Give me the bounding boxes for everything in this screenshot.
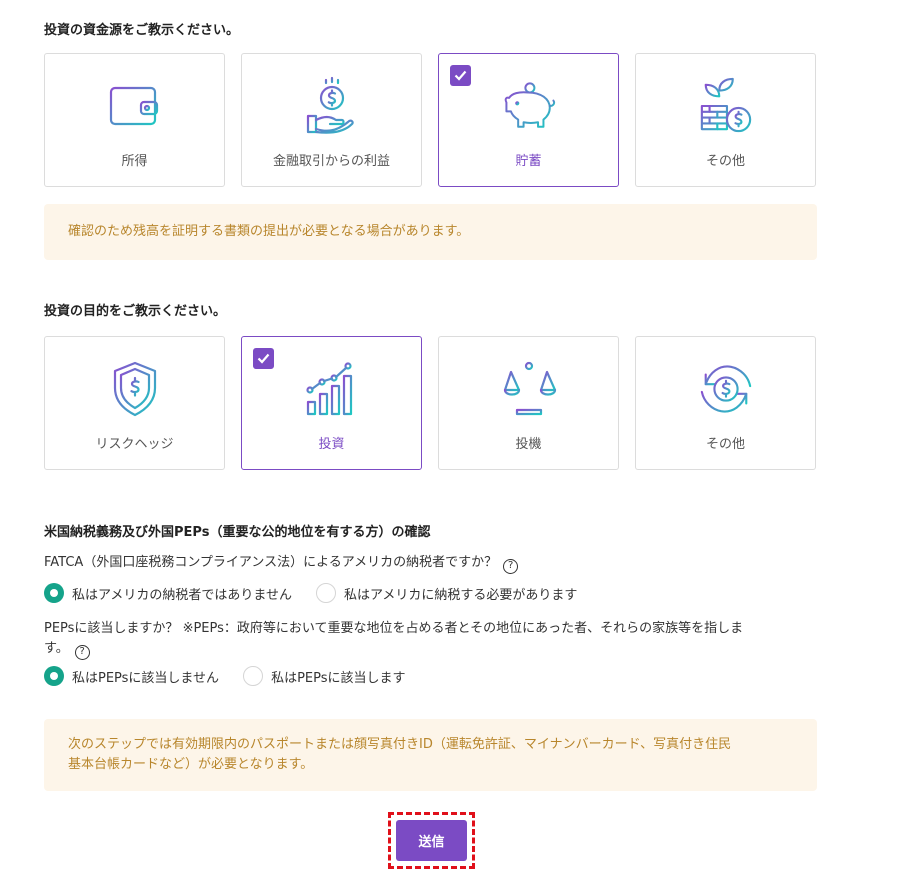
peps-option-is-peps[interactable]: 私はPEPsに該当します [243, 666, 406, 686]
id-notice-line2: 基本台帳カードなど）が必要となります。 [68, 757, 314, 772]
wallet-icon [107, 76, 163, 136]
fatca-radio-group: 私はアメリカの納税者ではありません 私はアメリカに納税する必要があります [44, 583, 601, 603]
card-label: 投機 [515, 437, 542, 452]
card-label: その他 [705, 154, 745, 169]
balance-proof-notice: 確認のため残高を証明する書類の提出が必要となる場合があります。 [44, 204, 817, 260]
purpose-card-risk-hedge[interactable]: リスクヘッジ [44, 336, 225, 470]
card-label: その他 [705, 437, 745, 452]
peps-question-line1: PEPsに該当しますか？ ※PEPs：政府等において重要な地位を占める者とその地… [44, 621, 744, 636]
scale-icon [501, 359, 557, 419]
check-icon [450, 65, 471, 86]
peps-question-line2: す。 [44, 641, 69, 656]
peps-radio-group: 私はPEPsに該当しません 私はPEPsに該当します [44, 666, 430, 686]
source-section-title: 投資の資金源をご教示ください。 [44, 23, 240, 38]
help-icon[interactable]: ? [74, 644, 90, 660]
source-card-row: 所得 金融取引からの利益 貯蓄 その他 [44, 53, 816, 187]
submit-button[interactable]: 送信 [396, 820, 467, 861]
radio-unchecked-icon[interactable] [315, 583, 336, 603]
plant-coins-icon [698, 76, 754, 136]
piggy-bank-icon [501, 76, 557, 136]
fatca-option-taxpayer[interactable]: 私はアメリカに納税する必要があります [315, 583, 578, 603]
purpose-card-speculation[interactable]: 投機 [438, 336, 619, 470]
fatca-option-not-taxpayer[interactable]: 私はアメリカの納税者ではありません [44, 583, 292, 603]
card-label: 金融取引からの利益 [272, 154, 390, 169]
radio-label: 私はPEPsに該当します [271, 670, 406, 686]
radio-label: 私はアメリカの納税者ではありません [72, 587, 292, 603]
card-label: 投資 [318, 437, 345, 452]
card-label: 貯蓄 [515, 154, 542, 169]
source-card-financial-gain[interactable]: 金融取引からの利益 [241, 53, 422, 187]
id-notice-line1: 次のステップでは有効期限内のパスポートまたは顔写真付きID（運転免許証、マイナン… [68, 737, 732, 752]
check-icon [253, 348, 274, 369]
radio-checked-icon[interactable] [44, 583, 64, 603]
id-document-notice: 次のステップでは有効期限内のパスポートまたは顔写真付きID（運転免許証、マイナン… [44, 719, 817, 791]
source-card-other[interactable]: その他 [635, 53, 816, 187]
radio-label: 私はアメリカに納税する必要があります [343, 587, 578, 603]
peps-question: PEPsに該当しますか？ ※PEPs：政府等において重要な地位を占める者とその地… [44, 619, 824, 660]
card-label: リスクヘッジ [95, 437, 174, 452]
compliance-section-title: 米国納税義務及び外国PEPs（重要な公的地位を有する方）の確認 [44, 525, 431, 540]
peps-option-not-peps[interactable]: 私はPEPsに該当しません [44, 666, 219, 686]
purpose-section-title: 投資の目的をご教示ください。 [44, 304, 227, 319]
card-label: 所得 [121, 154, 148, 169]
growth-chart-icon [304, 359, 360, 419]
radio-unchecked-icon[interactable] [243, 666, 264, 686]
radio-checked-icon[interactable] [44, 666, 64, 686]
purpose-card-other[interactable]: その他 [635, 336, 816, 470]
fatca-question: FATCA（外国口座税務コンプライアンス法）によるアメリカの納税者ですか？? [44, 553, 519, 574]
purpose-card-row: リスクヘッジ 投資 投機 その他 [44, 336, 816, 470]
help-icon[interactable]: ? [503, 558, 519, 574]
fatca-question-text: FATCA（外国口座税務コンプライアンス法）によるアメリカの納税者ですか？ [44, 555, 498, 570]
refresh-dollar-icon [698, 359, 754, 419]
purpose-card-investment[interactable]: 投資 [241, 336, 422, 470]
source-card-income[interactable]: 所得 [44, 53, 225, 187]
shield-dollar-icon [107, 359, 163, 419]
submit-highlight-frame: 送信 [388, 812, 475, 869]
source-card-savings[interactable]: 貯蓄 [438, 53, 619, 187]
radio-label: 私はPEPsに該当しません [72, 670, 220, 686]
hand-coin-icon [304, 76, 360, 136]
